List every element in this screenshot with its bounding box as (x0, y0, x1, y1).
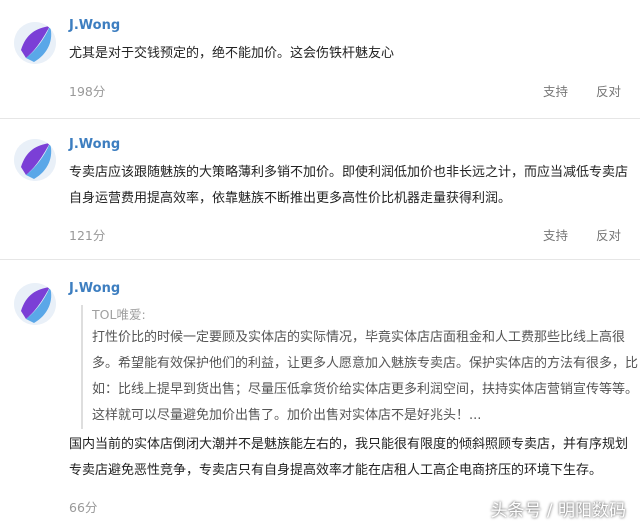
comment-score: 121分 (69, 228, 106, 243)
quote-author[interactable]: TOL唯爱: (92, 305, 640, 325)
comment-text: 专卖店应该跟随魅族的大策略薄利多销不加价。即使利润低加价也非长远之计，而应当减低… (69, 165, 629, 206)
comment-text: 尤其是对于交钱预定的，绝不能加价。这会伤铁杆魅友心 (69, 46, 395, 61)
avatar[interactable] (14, 283, 56, 325)
oppose-button[interactable]: 反对 (596, 225, 621, 244)
comment-score: 198分 (69, 84, 106, 99)
avatar[interactable] (14, 139, 56, 181)
watermark: 头条号 / 明阳数码 (490, 501, 626, 521)
divider (0, 118, 640, 119)
quoted-reply: TOL唯爱: 打性价比的时候一定要顾及实体店的实际情况，毕竟实体店店面租金和人工… (81, 305, 640, 429)
avatar-logo-icon (14, 283, 56, 325)
support-button[interactable]: 支持 (543, 225, 568, 244)
support-button[interactable]: 支持 (543, 81, 568, 100)
avatar-logo-icon (14, 139, 56, 181)
divider (0, 259, 640, 260)
quote-text: 打性价比的时候一定要顾及实体店的实际情况，毕竟实体店店面租金和人工费那些比线上高… (92, 330, 639, 423)
avatar-logo-icon (14, 22, 56, 64)
avatar[interactable] (14, 22, 56, 64)
comment-author[interactable]: J.Wong (69, 18, 120, 33)
comment-text: 国内当前的实体店倒闭大潮并不是魅族能左右的，我只能很有限度的倾斜照顾专卖店，并有… (69, 437, 629, 478)
comment-author[interactable]: J.Wong (69, 137, 120, 152)
comment-author[interactable]: J.Wong (69, 281, 120, 296)
oppose-button[interactable]: 反对 (596, 81, 621, 100)
comment-score: 66分 (69, 500, 98, 515)
